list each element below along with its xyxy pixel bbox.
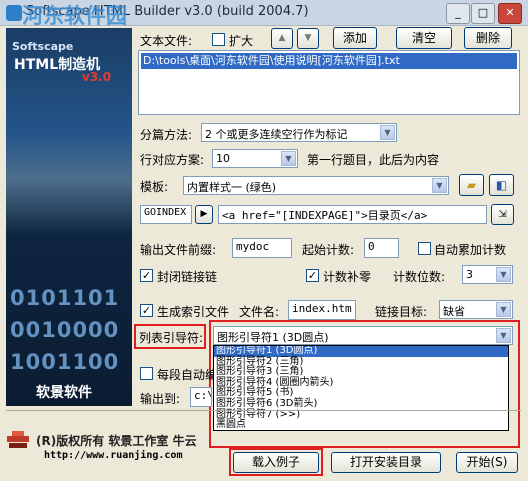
- auto-increment-label: 自动累加计数: [434, 243, 507, 257]
- move-down-button[interactable]: ▼: [297, 28, 319, 49]
- link-target-label: 链接目标:: [375, 305, 428, 319]
- goindex-tag[interactable]: GOINDEX: [140, 205, 192, 224]
- add-button[interactable]: 添加: [333, 27, 377, 49]
- close-button[interactable]: ✕: [498, 3, 522, 24]
- gen-index-checkbox[interactable]: ✓: [140, 304, 153, 317]
- studio-logo-icon: [7, 431, 29, 448]
- start-count-input[interactable]: 0: [364, 238, 399, 258]
- auto-split-label: 每段自动编: [157, 368, 218, 382]
- link-target-select[interactable]: 缺省 ▼: [439, 300, 513, 319]
- dropdown-option[interactable]: 图形引导符6 (3D箭头): [214, 398, 508, 410]
- template-value: 内置样式一 (绿色): [187, 181, 277, 194]
- zero-pad-label: 计数补零: [323, 270, 372, 284]
- digits-value: 3: [466, 268, 473, 281]
- copyright-text: (R)版权所有 软景工作室 牛云: [36, 434, 197, 448]
- insert-icon[interactable]: ⇲: [491, 204, 514, 225]
- file-list-item[interactable]: D:\tools\桌面\河东软件园\使用说明[河东软件园].txt: [141, 53, 517, 69]
- chevron-right-icon[interactable]: ▶: [195, 205, 213, 224]
- list-guide-value: 图形引导符1 (3D圆点): [217, 331, 329, 344]
- start-button[interactable]: 开始(S): [456, 452, 518, 473]
- dropdown-option[interactable]: 图形引导符1 (3D圆点): [214, 346, 508, 357]
- chevron-down-icon: ▼: [496, 302, 511, 317]
- index-filename-label: 文件名:: [239, 305, 280, 319]
- expand-checkbox[interactable]: [212, 33, 225, 46]
- goindex-input[interactable]: <a href="[INDEXPAGE]">目录页</a>: [218, 205, 487, 224]
- start-count-label: 起始计数:: [302, 243, 355, 257]
- banner-binary: 0010000: [10, 318, 120, 342]
- lines-label: 行对应方案:: [140, 153, 205, 167]
- load-example-button[interactable]: 载入例子: [233, 452, 319, 473]
- digits-label: 计数位数:: [393, 270, 446, 284]
- app-icon: [6, 5, 22, 21]
- banner-brand: 软景软件: [36, 385, 92, 401]
- maximize-button[interactable]: □: [471, 3, 495, 24]
- banner-binary: 0101101: [10, 286, 120, 310]
- delete-button[interactable]: 删除: [464, 27, 512, 49]
- chevron-down-icon: ▼: [496, 328, 511, 343]
- watermark: 河东软件园: [22, 4, 127, 28]
- side-banner: Softscape HTML制造机 v3.0 0101101 0010000 1…: [6, 28, 132, 406]
- file-list[interactable]: D:\tools\桌面\河东软件园\使用说明[河东软件园].txt: [138, 50, 520, 115]
- gen-index-label: 生成索引文件: [157, 305, 230, 319]
- dropdown-option[interactable]: 黑圆点: [214, 420, 508, 430]
- chevron-down-icon: ▼: [432, 178, 447, 193]
- clear-button[interactable]: 清空: [396, 27, 452, 49]
- expand-label: 扩大: [229, 34, 254, 48]
- output-to-input[interactable]: c:\: [190, 387, 212, 407]
- auto-split-checkbox[interactable]: [140, 367, 153, 380]
- lines-value: 10: [216, 152, 230, 165]
- split-value: 2 个或更多连续空行作为标记: [205, 128, 348, 141]
- prefix-input[interactable]: mydoc: [232, 238, 292, 258]
- split-label: 分篇方法:: [140, 128, 193, 142]
- digits-select[interactable]: 3 ▼: [462, 265, 513, 284]
- list-guide-label: 列表引导符:: [139, 331, 204, 345]
- list-guide-dropdown[interactable]: 图形引导符1 (3D圆点) 图形引导符2 (三角) 图形引导符3 (三角) 图形…: [213, 345, 509, 431]
- close-chain-label: 封闭链接链: [157, 270, 218, 284]
- chevron-down-icon: ▼: [496, 267, 511, 282]
- close-chain-checkbox[interactable]: ✓: [140, 269, 153, 282]
- title-bar: Softscape HTML Builder v3.0 (build 2004.…: [0, 0, 528, 28]
- open-folder-icon[interactable]: ▰: [459, 174, 484, 196]
- banner-binary: 1001100: [10, 350, 120, 374]
- website-link[interactable]: http://www.ruanjing.com: [44, 450, 182, 461]
- lines-select[interactable]: 10 ▼: [212, 149, 298, 168]
- prefix-label: 输出文件前缀:: [140, 243, 217, 257]
- minimize-button[interactable]: _: [446, 3, 470, 24]
- template-label: 模板:: [140, 180, 169, 194]
- banner-logo-top: Softscape: [12, 40, 74, 53]
- chevron-down-icon: ▼: [281, 151, 296, 166]
- index-filename-input[interactable]: index.htm: [288, 300, 356, 320]
- banner-version: v3.0: [82, 70, 112, 84]
- split-select[interactable]: 2 个或更多连续空行作为标记 ▼: [201, 123, 397, 142]
- list-guide-select[interactable]: 图形引导符1 (3D圆点) ▼: [213, 326, 513, 345]
- dropdown-option[interactable]: 图形引导符7 (>>): [214, 409, 508, 421]
- open-install-dir-button[interactable]: 打开安装目录: [331, 452, 441, 473]
- link-target-value: 缺省: [443, 305, 465, 318]
- auto-increment-checkbox[interactable]: [418, 242, 431, 255]
- zero-pad-checkbox[interactable]: ✓: [306, 269, 319, 282]
- chevron-down-icon: ▼: [380, 125, 395, 140]
- text-file-label: 文本文件:: [140, 34, 193, 48]
- divider: [6, 410, 521, 411]
- output-to-label: 输出到:: [140, 392, 181, 406]
- preview-icon[interactable]: ◧: [489, 174, 514, 196]
- lines-note: 第一行题目，此后为内容: [307, 153, 440, 167]
- template-select[interactable]: 内置样式一 (绿色) ▼: [183, 176, 449, 195]
- move-up-button[interactable]: ▲: [271, 28, 293, 49]
